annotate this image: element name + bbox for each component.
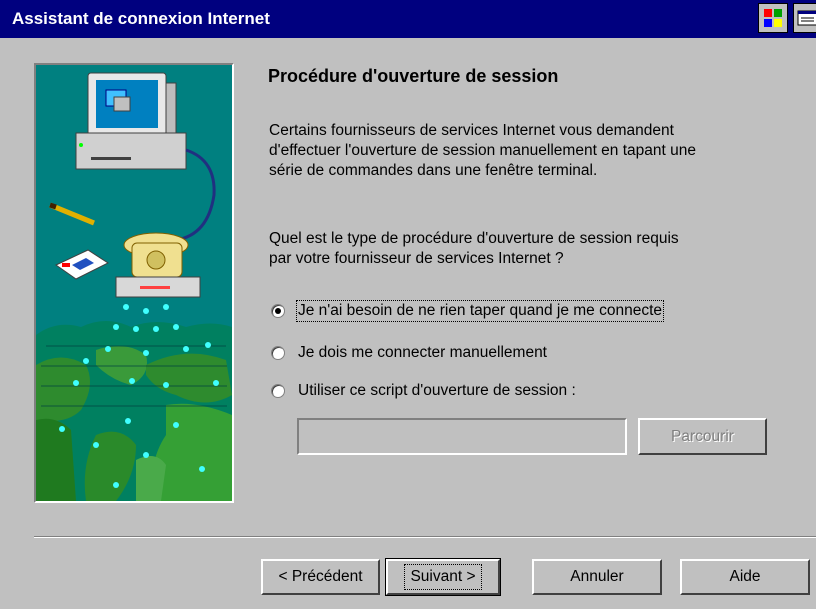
option-use-script-label[interactable]: Utiliser ce script d'ouverture de sessio…: [298, 382, 576, 400]
cancel-label: Annuler: [570, 568, 624, 585]
browse-button[interactable]: Parcourir: [638, 418, 767, 455]
question-line: par votre fournisseur de services Intern…: [269, 250, 564, 267]
radio-manual-login[interactable]: [271, 346, 285, 360]
windows-logo-icon: [758, 3, 788, 33]
wizard-window: Assistant de connexion Internet Procédur…: [0, 0, 816, 609]
radio-circle: [271, 384, 285, 398]
help-button[interactable]: Aide: [680, 559, 810, 595]
intro-line: Certains fournisseurs de services Intern…: [269, 122, 674, 139]
intro-line: série de commandes dans une fenêtre term…: [269, 162, 598, 179]
back-label: < Précédent: [278, 568, 363, 585]
script-path-input[interactable]: [297, 418, 627, 455]
title-bar[interactable]: Assistant de connexion Internet: [0, 0, 816, 38]
footer-separator: [34, 536, 816, 538]
window-title: Assistant de connexion Internet: [12, 9, 270, 28]
next-button[interactable]: Suivant >: [385, 558, 501, 596]
radio-circle: [271, 346, 285, 360]
option-manual-login-label[interactable]: Je dois me connecter manuellement: [298, 344, 547, 362]
question-line: Quel est le type de procédure d'ouvertur…: [269, 230, 679, 247]
radio-use-script[interactable]: [271, 384, 285, 398]
intro-line: d'effectuer l'ouverture de session manue…: [269, 142, 696, 159]
radio-selected-dot: [275, 308, 281, 314]
next-label: Suivant >: [404, 564, 482, 590]
option-no-typing-label[interactable]: Je n'ai besoin de ne rien taper quand je…: [295, 300, 665, 322]
page-heading: Procédure d'ouverture de session: [268, 66, 559, 86]
wizard-illustration: [34, 63, 234, 503]
back-button[interactable]: < Précédent: [261, 559, 380, 595]
help-label: Aide: [729, 568, 761, 585]
app-window-icon: [793, 3, 816, 33]
browse-label: Parcourir: [671, 427, 734, 445]
cancel-button[interactable]: Annuler: [532, 559, 662, 595]
question-paragraph: Quel est le type de procédure d'ouvertur…: [269, 229, 679, 269]
radio-no-typing[interactable]: [271, 304, 285, 318]
intro-paragraph: Certains fournisseurs de services Intern…: [269, 121, 696, 181]
